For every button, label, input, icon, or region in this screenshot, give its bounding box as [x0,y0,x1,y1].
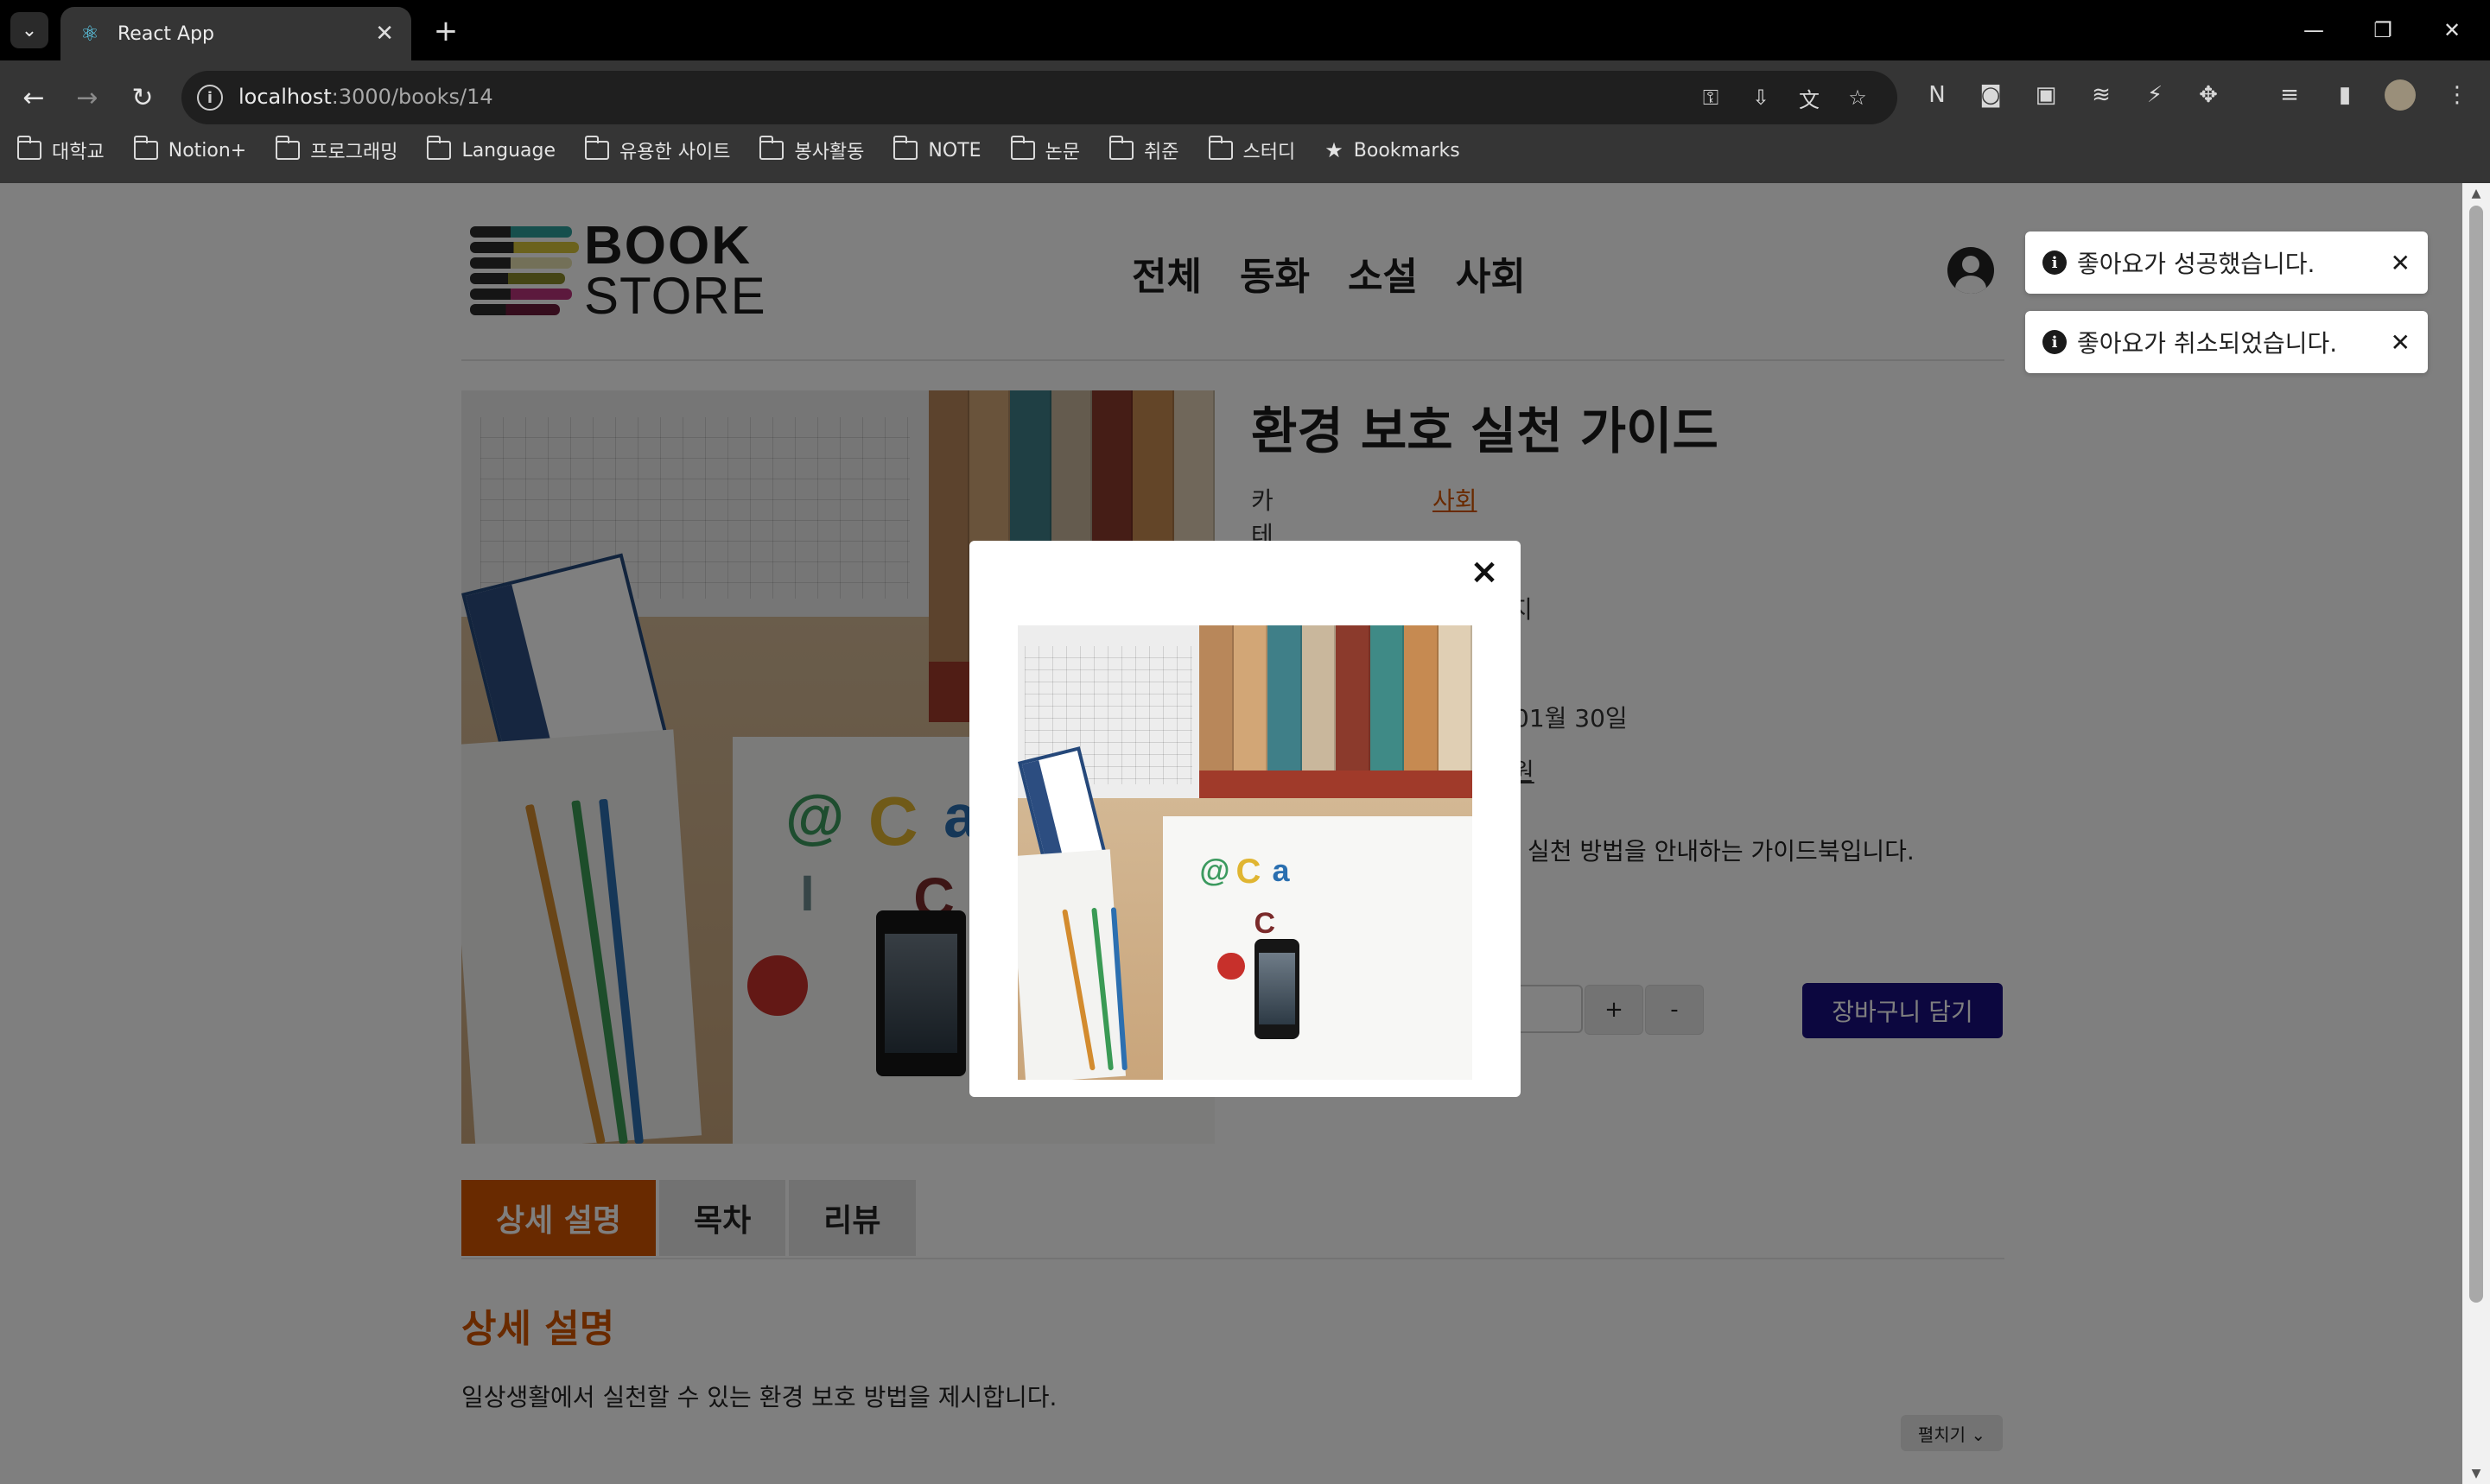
folder-icon [893,136,918,160]
page-scrollbar[interactable]: ▲ ▼ [2462,183,2490,1484]
address-bar[interactable]: i localhost:3000/books/14 ⚿ ⇩ 文 ☆ [181,71,1897,124]
reload-icon[interactable]: ↻ [121,76,164,119]
bookmark-item[interactable]: 유용한 사이트 [585,136,730,164]
bookmark-label: NOTE [928,139,981,162]
browser-tab-strip: ⌄ ⚛ React App ✕ + — ❐ ✕ [0,0,2490,60]
info-circle-icon: i [2042,330,2067,354]
browser-toolbar: ← → ↻ i localhost:3000/books/14 ⚿ ⇩ 文 ☆ … [0,60,2490,192]
bookmark-label: Language [461,139,556,162]
toast-like-cancel: i 좋아요가 취소되었습니다. ✕ [2025,311,2428,373]
bookmark-item[interactable]: NOTE [893,136,981,162]
toast-close-icon[interactable]: ✕ [2391,249,2411,277]
bookmark-item[interactable]: 취준 [1109,136,1179,164]
toast-message: 좋아요가 취소되었습니다. [2077,329,2338,358]
extension-n-icon[interactable]: N [1918,76,1956,114]
folder-icon [585,136,610,160]
modal-close-icon[interactable]: × [1467,552,1502,592]
bookmark-item[interactable]: 프로그래밍 [276,136,397,164]
folder-icon [17,136,41,160]
bookmark-label: 대학교 [52,142,105,163]
bookmark-label: Notion+ [168,139,247,162]
scroll-down-arrow-icon[interactable]: ▼ [2469,1467,2483,1481]
folder-icon [1109,136,1134,160]
folder-icon [276,136,301,160]
new-tab-plus-icon[interactable]: + [427,12,465,50]
bookmark-item[interactable]: Language [427,136,556,162]
bookmark-label: 프로그래밍 [310,142,398,163]
bookmark-label: 유용한 사이트 [619,142,731,163]
bookmark-item[interactable]: Notion+ [133,136,247,162]
bookmark-item[interactable]: 봉사활동 [759,136,864,164]
tab-search-chevron-icon[interactable]: ⌄ [10,12,48,48]
bookmarks-bar: 대학교 Notion+ 프로그래밍 Language 유용한 사이트 봉사활동 NOTE 논문… [0,130,1490,171]
bookmark-item[interactable]: 스터디 [1208,136,1296,164]
folder-icon [1010,136,1035,160]
media-queue-icon[interactable]: ≡ [2271,76,2309,114]
modal-book-image: @ C a C [1018,625,1472,1080]
browser-tab[interactable]: ⚛ React App ✕ [60,7,411,60]
toast-close-icon[interactable]: ✕ [2391,328,2411,357]
forward-arrow-icon[interactable]: → [66,76,109,119]
page-content: BOOK STORE 전체동화소설사회 @ C a [0,183,2490,1484]
folder-icon [133,136,158,160]
url-text: localhost:3000/books/14 [238,85,493,109]
folder-icon [1208,136,1233,160]
tab-title: React App [118,22,215,45]
bolt-extension-icon[interactable]: ⚡ [2136,76,2174,114]
bookmark-label: 취준 [1144,142,1179,163]
menu-kebab-icon[interactable]: ⋮ [2438,76,2476,114]
install-app-icon[interactable]: ⇩ [1745,83,1776,112]
toast-message: 좋아요가 성공했습니다. [2077,250,2315,278]
star-icon: ★ [1324,138,1343,162]
close-window-icon[interactable]: ✕ [2426,12,2478,48]
bookmark-item[interactable]: 대학교 [17,136,105,164]
speech-extension-icon[interactable]: ≋ [2082,76,2120,114]
profile-avatar-icon[interactable] [2385,79,2416,111]
close-tab-icon[interactable]: ✕ [375,21,394,47]
folder-icon [427,136,452,160]
minimize-icon[interactable]: — [2288,12,2340,48]
bookmark-label: Bookmarks [1353,139,1460,162]
bookmark-star-icon[interactable]: ☆ [1842,83,1873,112]
restore-icon[interactable]: ❐ [2357,12,2409,48]
lh-extension-icon[interactable]: ▣ [2027,76,2065,114]
bookmark-item[interactable]: ★ Bookmarks [1324,138,1459,162]
react-icon: ⚛ [80,22,99,46]
bookmark-label: 봉사활동 [794,142,865,163]
extensions-puzzle-icon[interactable]: ✥ [2189,76,2227,114]
back-arrow-icon[interactable]: ← [12,76,55,119]
camera-extension-icon[interactable]: ◙ [1972,76,2010,114]
password-key-icon[interactable]: ⚿ [1695,83,1726,112]
scroll-up-arrow-icon[interactable]: ▲ [2469,187,2483,200]
scrollbar-thumb[interactable] [2469,206,2483,1303]
bookmark-item[interactable]: 논문 [1010,136,1081,164]
translate-icon[interactable]: 文 [1794,83,1825,112]
folder-icon [759,136,784,160]
bookmark-label: 논문 [1045,142,1081,163]
bookmark-label: 스터디 [1242,142,1296,163]
side-panel-icon[interactable]: ▮ [2326,76,2364,114]
image-modal: × @ C a C [969,541,1521,1097]
toast-like-success: i 좋아요가 성공했습니다. ✕ [2025,231,2428,294]
site-info-icon[interactable]: i [197,85,223,111]
info-circle-icon: i [2042,251,2067,275]
